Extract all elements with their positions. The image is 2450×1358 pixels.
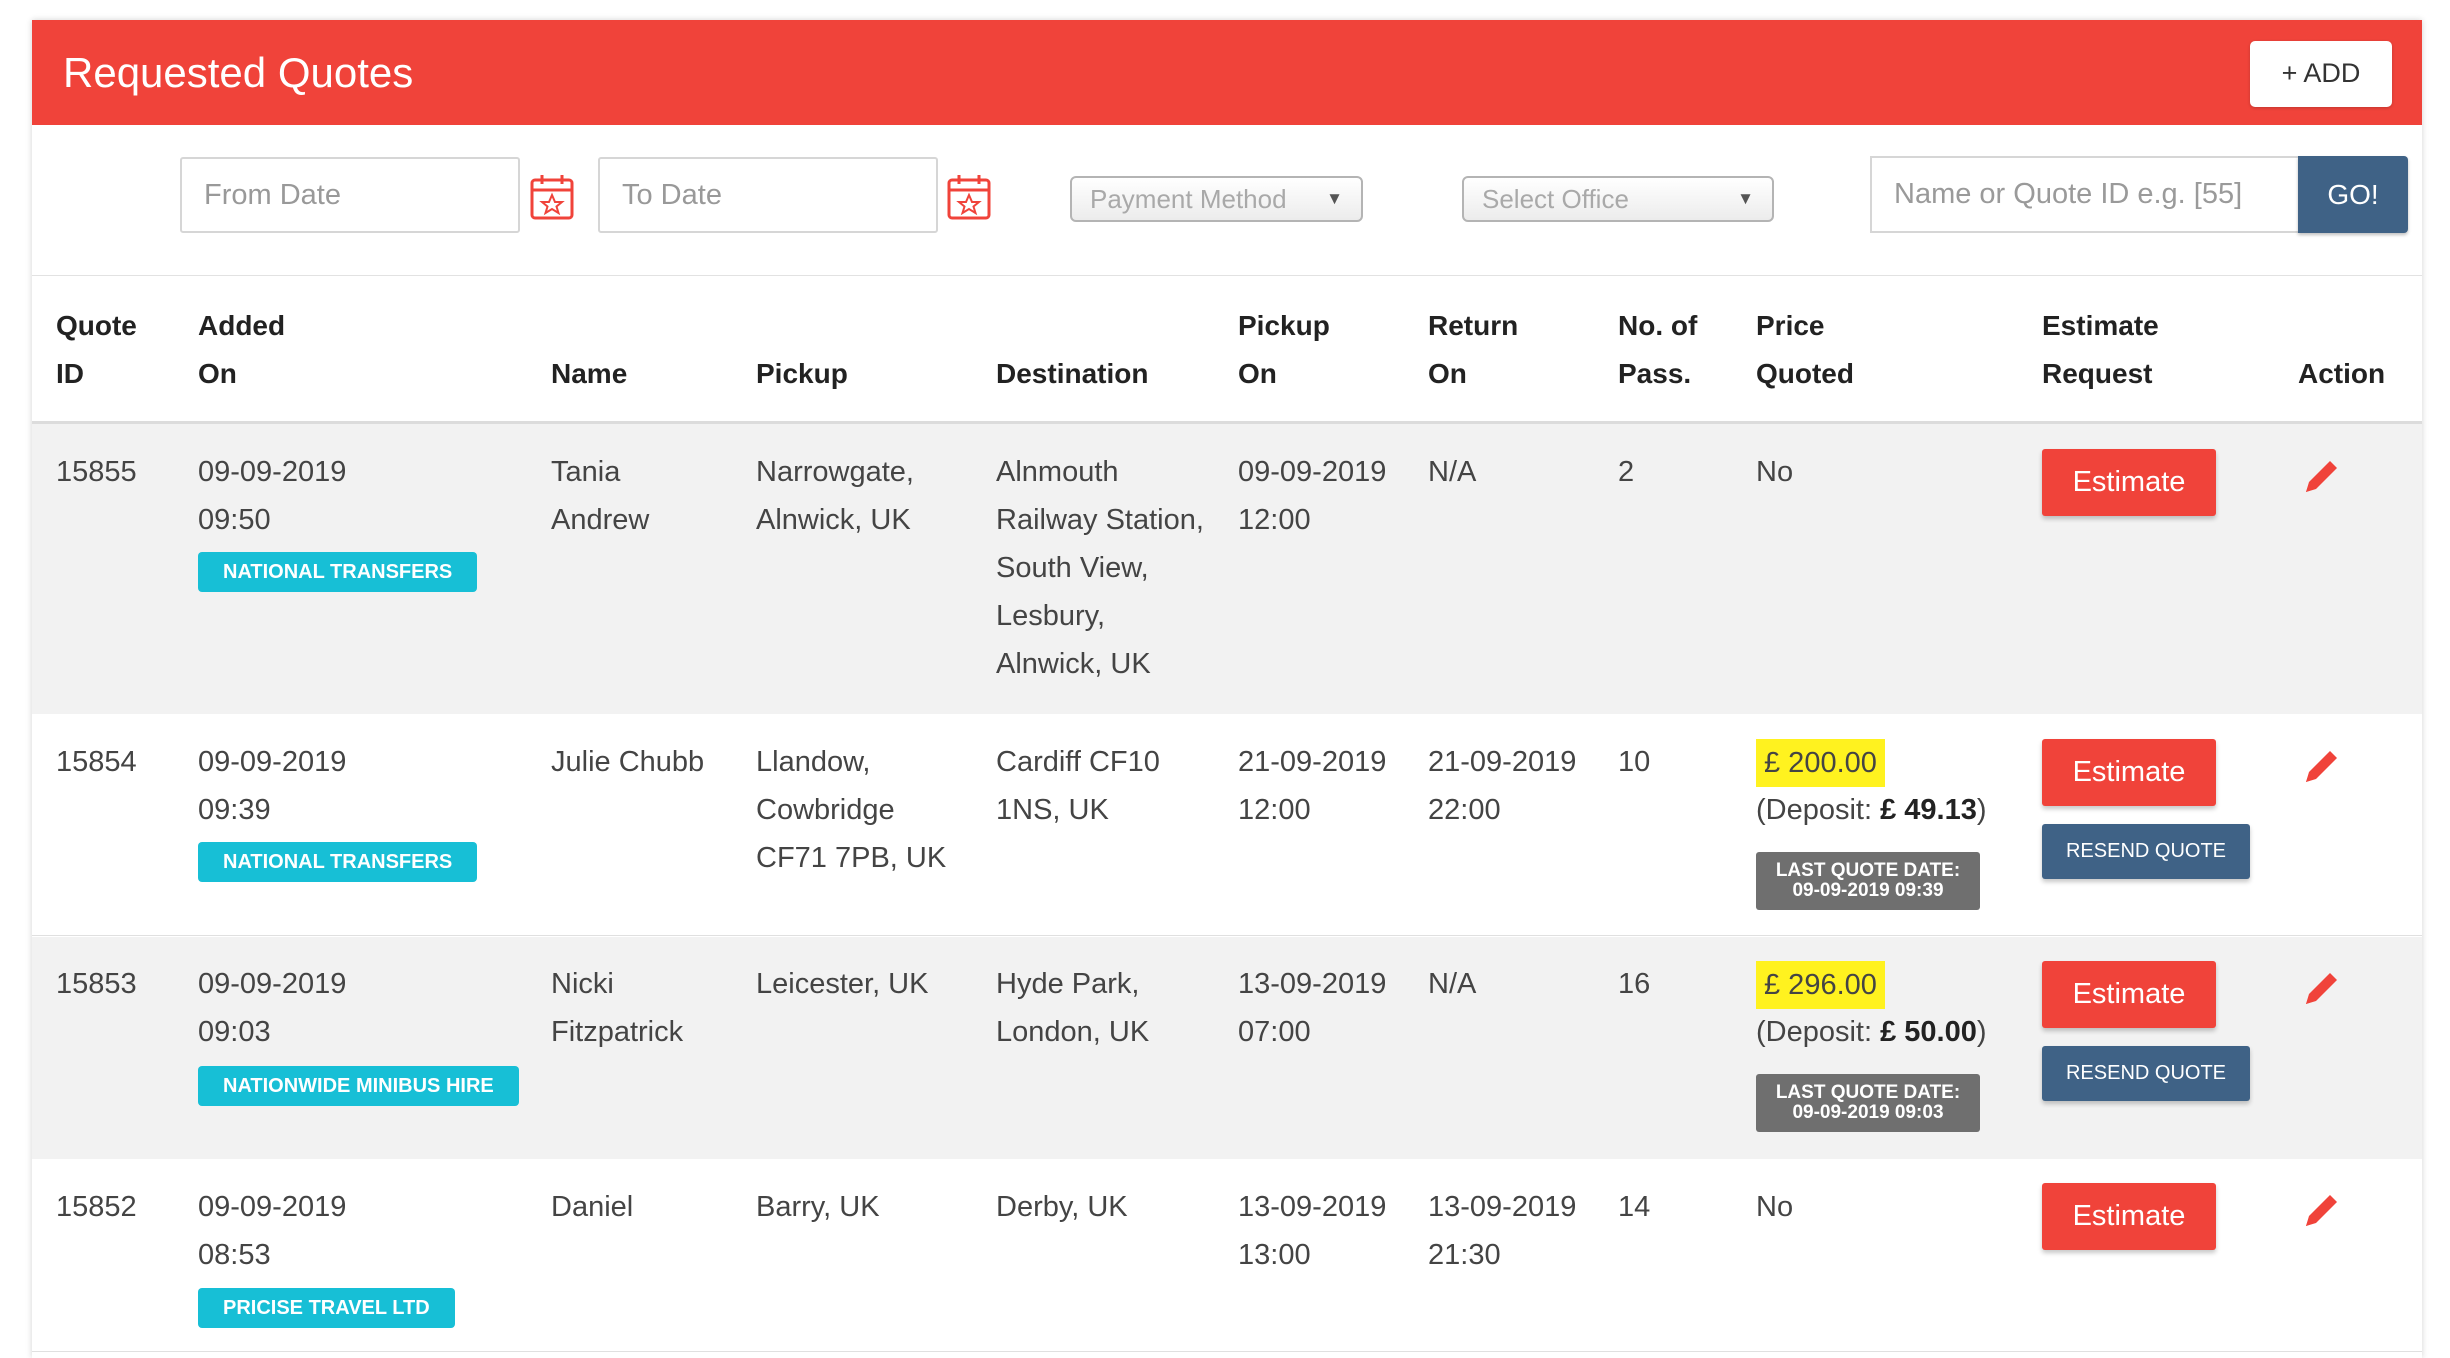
page-header: Requested Quotes + ADD — [32, 20, 2422, 125]
resend-quote-button[interactable]: RESEND QUOTE — [2042, 1046, 2250, 1101]
company-badge: PRICISE TRAVEL LTD — [198, 1288, 455, 1328]
customer-name: Daniel — [551, 1191, 634, 1223]
estimate-button[interactable]: Estimate — [2042, 961, 2216, 1028]
return-on: 13-09-2019 21:30 — [1428, 1191, 1577, 1271]
quote-id: 15852 — [56, 1191, 137, 1223]
pencil-icon[interactable] — [2302, 746, 2342, 786]
th-pickup: Pickup — [756, 358, 848, 389]
page-title: Requested Quotes — [63, 48, 414, 96]
last-quote-badge: LAST QUOTE DATE: 09-09-2019 09:03 — [1756, 1074, 1980, 1132]
added-on: 09-09-2019 09:03 — [198, 968, 347, 1048]
pencil-icon[interactable] — [2302, 1190, 2342, 1230]
estimate-button[interactable]: Estimate — [2042, 739, 2216, 806]
pickup-on: 13-09-2019 07:00 — [1238, 968, 1387, 1048]
search-input[interactable]: Name or Quote ID e.g. [55] — [1870, 156, 2300, 233]
pickup-location: Llandow, Cowbridge CF71 7PB, UK — [756, 746, 947, 874]
passengers: 14 — [1618, 1191, 1651, 1223]
office-select[interactable]: Select Office ▼ — [1462, 176, 1774, 222]
deposit-text: (Deposit: £ 49.13) — [1756, 794, 1987, 826]
company-badge: NATIONAL TRANSFERS — [198, 552, 478, 592]
from-date-input[interactable]: From Date — [180, 157, 520, 233]
return-on: N/A — [1428, 456, 1477, 488]
pickup-location: Leicester, UK — [756, 968, 929, 1000]
go-button[interactable]: GO! — [2298, 156, 2408, 233]
deposit-text: (Deposit: £ 50.00) — [1756, 1016, 1987, 1048]
destination: Alnmouth Railway Station, South View, Lesbu… — [996, 456, 1204, 680]
destination: Cardiff CF10 1NS, UK — [996, 746, 1160, 826]
destination: Derby, UK — [996, 1191, 1128, 1223]
payment-method-value: Payment Method — [1090, 183, 1287, 214]
calendar-icon[interactable] — [529, 172, 575, 222]
destination: Hyde Park, London, UK — [996, 968, 1150, 1048]
price-quoted: £ 200.00 — [1756, 739, 1885, 787]
th-return-on: Return On — [1428, 310, 1519, 389]
quote-id: 15854 — [56, 746, 137, 778]
payment-method-select[interactable]: Payment Method ▼ — [1070, 176, 1363, 222]
estimate-button[interactable]: Estimate — [2042, 1183, 2216, 1250]
quote-id: 15855 — [56, 456, 137, 488]
office-value: Select Office — [1482, 183, 1629, 214]
passengers: 16 — [1618, 968, 1651, 1000]
passengers: 2 — [1618, 456, 1635, 488]
last-quote-badge: LAST QUOTE DATE: 09-09-2019 09:39 — [1756, 852, 1980, 910]
chevron-down-icon: ▼ — [1326, 189, 1343, 208]
calendar-icon[interactable] — [946, 172, 992, 222]
pencil-icon[interactable] — [2302, 968, 2342, 1008]
added-on: 09-09-2019 08:53 — [198, 1191, 347, 1271]
th-name: Name — [551, 358, 628, 389]
company-badge: NATIONAL TRANSFERS — [198, 842, 478, 882]
customer-name: Nicki Fitzpatrick — [551, 968, 684, 1048]
price-quoted: No — [1756, 1191, 1794, 1223]
th-destination: Destination — [996, 358, 1149, 389]
pickup-on: 09-09-2019 12:00 — [1238, 456, 1387, 536]
th-passengers: No. of Pass. — [1618, 310, 1698, 389]
th-pickup-on: Pickup On — [1238, 310, 1330, 389]
th-action: Action — [2298, 358, 2386, 389]
to-date-input[interactable]: To Date — [598, 157, 938, 233]
return-on: 21-09-2019 22:00 — [1428, 746, 1577, 826]
pickup-on: 21-09-2019 12:00 — [1238, 746, 1387, 826]
th-quote-id: Quote ID — [56, 310, 137, 389]
pickup-location: Narrowgate, Alnwick, UK — [756, 456, 914, 536]
resend-quote-button[interactable]: RESEND QUOTE — [2042, 824, 2250, 879]
customer-name: Julie Chubb — [551, 746, 705, 778]
customer-name: Tania Andrew — [551, 456, 650, 536]
estimate-button[interactable]: Estimate — [2042, 449, 2216, 516]
pickup-location: Barry, UK — [756, 1191, 880, 1223]
quote-id: 15853 — [56, 968, 137, 1000]
pickup-on: 13-09-2019 13:00 — [1238, 1191, 1387, 1271]
th-price-quoted: Price Quoted — [1756, 310, 1854, 389]
th-estimate-request: Estimate Request — [2042, 310, 2159, 389]
passengers: 10 — [1618, 746, 1651, 778]
price-quoted: No — [1756, 456, 1794, 488]
chevron-down-icon: ▼ — [1737, 189, 1754, 208]
price-quoted: £ 296.00 — [1756, 961, 1885, 1009]
added-on: 09-09-2019 09:50 — [198, 456, 347, 536]
return-on: N/A — [1428, 968, 1477, 1000]
added-on: 09-09-2019 09:39 — [198, 746, 347, 826]
company-badge: NATIONWIDE MINIBUS HIRE — [198, 1066, 519, 1106]
add-button[interactable]: + ADD — [2250, 40, 2392, 107]
pencil-icon[interactable] — [2302, 456, 2342, 496]
th-added-on: Added On — [198, 310, 286, 389]
